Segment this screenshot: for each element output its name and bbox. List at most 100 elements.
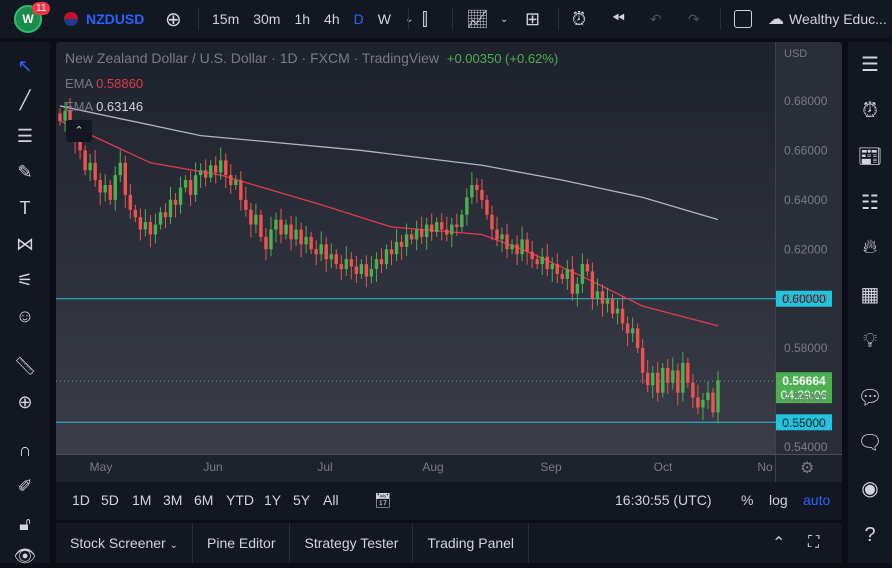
goto-date-icon[interactable]: 📅︎ bbox=[374, 492, 392, 509]
range-ytd[interactable]: YTD bbox=[226, 492, 254, 508]
collapse-panel-icon[interactable]: ⌃ bbox=[772, 533, 785, 553]
candle-body bbox=[128, 194, 133, 210]
candle-body bbox=[334, 254, 338, 265]
price-change: +0.00350 (+0.62%) bbox=[446, 51, 559, 66]
lock-icon[interactable]: 🔓︎ bbox=[13, 512, 37, 536]
broadcast-icon[interactable]: ◉ bbox=[857, 476, 883, 502]
candle-body bbox=[645, 372, 650, 386]
price-tick: 0.68000 bbox=[784, 94, 828, 108]
tab-trading-panel[interactable]: Trading Panel bbox=[413, 523, 530, 563]
time-tick: May bbox=[90, 460, 113, 474]
messages-icon[interactable]: 🗨︎ bbox=[857, 430, 883, 456]
symbol-search[interactable]: NZDUSD bbox=[64, 0, 144, 38]
candle-body bbox=[269, 229, 273, 250]
interval-1h[interactable]: 1h bbox=[294, 11, 310, 27]
save-layout-button[interactable]: ☁︎ Wealthy Educ... bbox=[768, 0, 887, 38]
eye-icon[interactable]: 👁︎ bbox=[13, 544, 37, 568]
chats-icon[interactable]: 💬︎ bbox=[857, 385, 883, 411]
candle-body bbox=[429, 224, 434, 232]
candle-body bbox=[409, 234, 414, 240]
chart-panel[interactable]: 0.60000 0.55000 0.56664 04:29:06 0.68000 0.66… bbox=[56, 42, 842, 520]
indicators-icon[interactable]: 📈︎ bbox=[466, 0, 489, 38]
candle-body bbox=[369, 269, 374, 277]
range-1d[interactable]: 1D bbox=[72, 492, 90, 508]
emoji-icon[interactable]: ☺ bbox=[13, 304, 37, 328]
fullscreen-square-icon[interactable] bbox=[734, 0, 752, 38]
add-list-icon[interactable]: ☷ bbox=[857, 190, 883, 216]
brush-icon[interactable]: ✎ bbox=[13, 160, 37, 184]
candle-body bbox=[651, 372, 655, 386]
candle-body bbox=[193, 175, 198, 195]
replay-icon[interactable]: ⏪︎ bbox=[612, 0, 625, 38]
alarm-icon[interactable]: ⏰︎ bbox=[572, 0, 586, 38]
calendar-icon[interactable]: ▦ bbox=[857, 282, 883, 308]
text-icon[interactable]: T bbox=[13, 196, 37, 220]
tab-pine-editor[interactable]: Pine Editor bbox=[193, 523, 291, 563]
candle-body bbox=[590, 271, 595, 299]
range-all[interactable]: All bbox=[323, 492, 339, 508]
candle-body bbox=[585, 264, 590, 272]
pattern-icon[interactable]: ⋈ bbox=[13, 232, 37, 256]
compare-add-icon[interactable]: ⊕ bbox=[165, 0, 182, 38]
cursor-icon[interactable]: ↖ bbox=[13, 54, 37, 78]
lock-drawing-icon[interactable]: ✐ bbox=[13, 474, 37, 498]
chevron-down-icon[interactable]: ⌄ bbox=[500, 0, 508, 38]
prediction-icon[interactable]: ⚟ bbox=[13, 268, 37, 292]
time-tick: Sep bbox=[540, 460, 562, 474]
ideas-lightbulb-icon[interactable]: 💡︎ bbox=[857, 328, 883, 354]
redo-icon[interactable]: ↷ bbox=[688, 0, 700, 38]
interval-d[interactable]: D bbox=[354, 11, 364, 27]
candle-body bbox=[635, 328, 640, 349]
utc-clock[interactable]: 16:30:55 (UTC) bbox=[615, 492, 711, 508]
range-6m[interactable]: 6M bbox=[194, 492, 213, 508]
auto-toggle[interactable]: auto bbox=[803, 492, 830, 508]
candle-body bbox=[455, 224, 459, 228]
candle-body bbox=[525, 239, 529, 252]
ruler-icon[interactable]: 📏︎ bbox=[13, 354, 37, 378]
currency-selector[interactable]: USD bbox=[784, 48, 807, 60]
undo-icon[interactable]: ↶ bbox=[650, 0, 662, 38]
alarm-clock-icon[interactable]: ⏰︎ bbox=[857, 98, 883, 124]
candle-body bbox=[133, 209, 138, 218]
collapse-legend-button[interactable]: ⌃ bbox=[66, 120, 92, 142]
interval-w[interactable]: W bbox=[378, 11, 391, 27]
layout-grid-icon[interactable]: ⊞ bbox=[525, 0, 540, 38]
range-1y[interactable]: 1Y bbox=[264, 492, 281, 508]
settings-gear-icon[interactable]: ⚙︎ bbox=[800, 458, 814, 478]
ema-fast-legend[interactable]: EMA 0.58860 bbox=[65, 76, 143, 91]
candle-body bbox=[530, 251, 534, 260]
interval-30m[interactable]: 30m bbox=[253, 11, 280, 27]
candle-body bbox=[495, 229, 499, 240]
range-3m[interactable]: 3M bbox=[163, 492, 182, 508]
logo-avatar[interactable]: W 11 bbox=[14, 0, 51, 38]
trendline-icon[interactable]: ╱ bbox=[13, 88, 37, 112]
tab-stock-screener[interactable]: Stock Screener ⌄ bbox=[56, 523, 193, 563]
tab-strategy-tester[interactable]: Strategy Tester bbox=[290, 523, 414, 563]
log-toggle[interactable]: log bbox=[769, 492, 788, 508]
fib-lines-icon[interactable]: ☰ bbox=[13, 124, 37, 148]
candle-body bbox=[143, 222, 148, 230]
price-chart[interactable]: 0.600000.550000.5666404:29:060.680000.66… bbox=[56, 42, 842, 482]
candles-icon[interactable]: ⫿ bbox=[422, 0, 428, 38]
hotlist-fire-icon[interactable]: 🔥︎ bbox=[857, 234, 883, 260]
chart-legend: New Zealand Dollar / U.S. Dollar · 1D · … bbox=[65, 50, 558, 66]
zoom-in-icon[interactable]: ⊕ bbox=[13, 390, 37, 414]
range-1m[interactable]: 1M bbox=[132, 492, 151, 508]
candle-body bbox=[239, 180, 243, 200]
candle-body bbox=[329, 254, 333, 260]
ema-slow-legend[interactable]: EMA 0.63146 bbox=[65, 99, 143, 114]
chevron-down-icon[interactable]: ⌄ bbox=[405, 14, 413, 25]
maximize-panel-icon[interactable]: ⛶ bbox=[808, 534, 819, 552]
range-5d[interactable]: 5D bbox=[101, 492, 119, 508]
candle-body bbox=[701, 400, 705, 408]
candle-body bbox=[520, 239, 524, 255]
watchlist-icon[interactable]: ☰ bbox=[857, 52, 883, 78]
interval-15m[interactable]: 15m bbox=[212, 11, 239, 27]
candle-body bbox=[600, 291, 605, 304]
interval-4h[interactable]: 4h bbox=[324, 11, 340, 27]
help-icon[interactable]: ? bbox=[857, 522, 883, 548]
news-icon[interactable]: 📰︎ bbox=[857, 144, 883, 170]
magnet-icon[interactable]: ∩ bbox=[13, 438, 37, 462]
percent-toggle[interactable]: % bbox=[741, 492, 753, 508]
range-5y[interactable]: 5Y bbox=[293, 492, 310, 508]
